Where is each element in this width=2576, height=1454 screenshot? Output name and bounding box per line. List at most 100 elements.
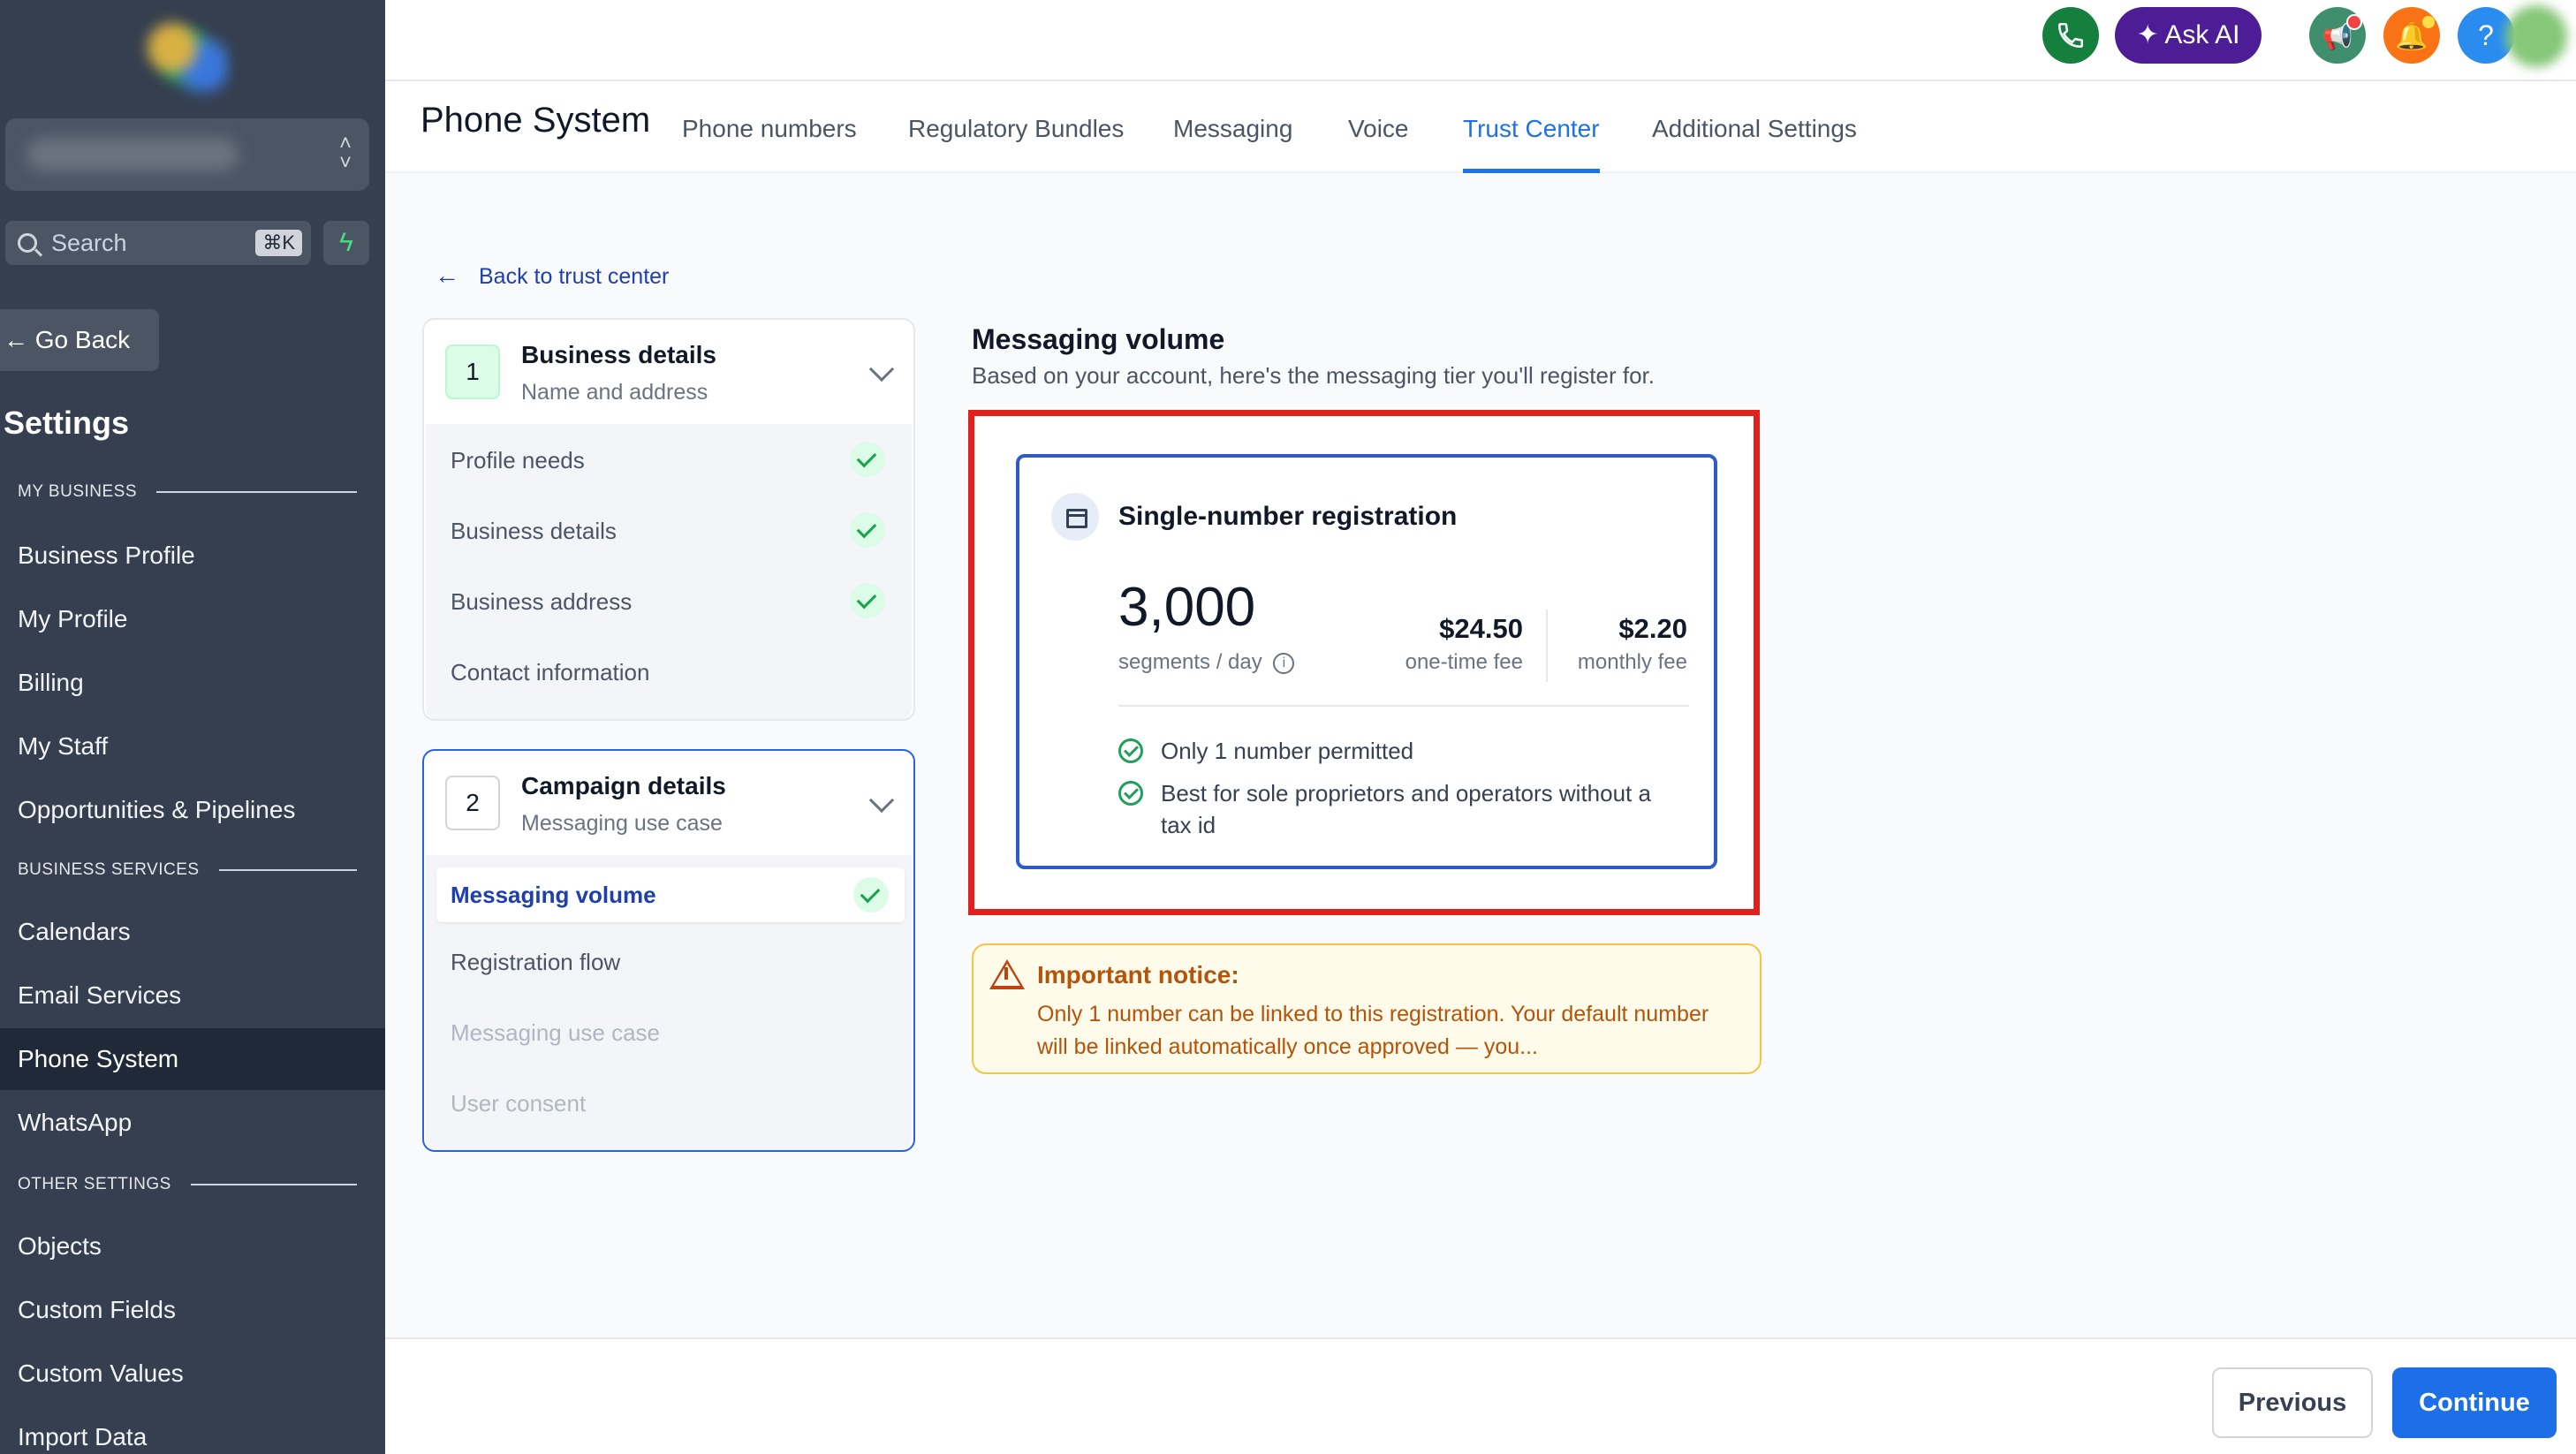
divider (1118, 705, 1689, 707)
one-time-fee-label: one-time fee (1405, 650, 1523, 674)
storefront-icon (1051, 493, 1099, 541)
substep-list: Profile needs Business details Business … (426, 424, 912, 719)
avatar[interactable] (2505, 5, 2567, 67)
section-label-my-business: MY BUSINESS (18, 482, 357, 502)
segments-label: segments / day i (1118, 650, 1295, 675)
step-card-business-details: 1 Business details Name and address Prof… (422, 318, 915, 721)
account-name-blurred (27, 138, 239, 171)
notifications-button[interactable]: 🔔 (2383, 7, 2440, 64)
substep-business-address[interactable]: Business address (451, 583, 901, 618)
check-circle-icon (1118, 738, 1143, 763)
ask-ai-label: Ask AI (2164, 20, 2240, 49)
feature-item: Only 1 number permitted (1118, 735, 1684, 767)
step-number-badge: 2 (445, 776, 500, 830)
substep-user-consent: User consent (451, 1090, 587, 1117)
back-to-trust-center-link[interactable]: ← Back to trust center (435, 261, 669, 290)
info-icon[interactable]: i (1273, 652, 1295, 674)
substep-business-details[interactable]: Business details (451, 512, 901, 548)
section-label-text: OTHER SETTINGS (18, 1175, 171, 1193)
sidebar-item-custom-fields[interactable]: Custom Fields (0, 1279, 385, 1341)
page-header: Phone System Phone numbers Regulatory Bu… (385, 83, 2576, 173)
sidebar-item-email-services[interactable]: Email Services (0, 965, 385, 1026)
check-circle-icon (850, 512, 885, 548)
sidebar-item-billing[interactable]: Billing (0, 652, 385, 714)
check-circle-icon (853, 877, 889, 913)
substep-profile-needs[interactable]: Profile needs (451, 442, 901, 477)
section-divider (190, 1184, 357, 1185)
segments-label-text: segments / day (1118, 650, 1262, 674)
search-shortcut: ⌘K (255, 230, 302, 256)
one-time-fee: $24.50 one-time fee (1405, 613, 1523, 675)
sidebar-item-opportunities[interactable]: Opportunities & Pipelines (0, 779, 385, 841)
step-title: Business details (521, 341, 716, 368)
continue-button[interactable]: Continue (2392, 1367, 2557, 1438)
sidebar-item-objects[interactable]: Objects (0, 1215, 385, 1277)
search-input[interactable]: Search ⌘K (5, 221, 311, 265)
substep-messaging-use-case: Messaging use case (451, 1019, 661, 1046)
back-link-label: Back to trust center (479, 264, 670, 289)
check-circle-icon (1118, 781, 1143, 806)
notice-body: Only 1 number can be linked to this regi… (1037, 1002, 1709, 1059)
sidebar-item-my-staff[interactable]: My Staff (0, 716, 385, 777)
help-icon: ? (2478, 19, 2494, 51)
substep-list: Messaging volume Registration flow Messa… (426, 855, 912, 1150)
go-back-button[interactable]: ← Go Back (0, 309, 159, 371)
feature-item: Best for sole proprietors and operators … (1118, 777, 1684, 841)
announcements-button[interactable]: 📢 (2309, 7, 2366, 64)
step-number-badge: 1 (445, 345, 500, 399)
quick-action-button[interactable]: ϟ (323, 221, 369, 265)
chevron-down-icon[interactable] (868, 356, 895, 382)
section-divider (218, 869, 357, 871)
tab-messaging[interactable]: Messaging (1173, 115, 1292, 173)
notification-dot (2346, 14, 2362, 30)
substep-label: Contact information (451, 659, 650, 685)
app-logo[interactable] (141, 12, 230, 101)
tab-trust-center[interactable]: Trust Center (1463, 115, 1600, 173)
step-card-campaign-details: 2 Campaign details Messaging use case Me… (422, 749, 915, 1152)
ask-ai-button[interactable]: ✦ Ask AI (2115, 7, 2262, 64)
check-circle-icon (850, 583, 885, 618)
sidebar-item-phone-system[interactable]: Phone System (0, 1028, 385, 1090)
chevron-up-down-icon: ˄ ˅ (338, 132, 352, 175)
segments-value: 3,000 (1118, 577, 1256, 638)
sidebar-item-whatsapp[interactable]: WhatsApp (0, 1092, 385, 1154)
sidebar-item-my-profile[interactable]: My Profile (0, 588, 385, 650)
tab-additional-settings[interactable]: Additional Settings (1652, 115, 1857, 173)
search-icon (18, 233, 37, 253)
substep-registration-flow[interactable]: Registration flow (451, 949, 901, 976)
section-label-other-settings: OTHER SETTINGS (18, 1175, 357, 1194)
step-subtitle: Messaging use case (521, 811, 723, 836)
substep-contact-information[interactable]: Contact information (451, 659, 901, 686)
sidebar: ˄ ˅ Search ⌘K ϟ ← Go Back Settings MY BUS… (0, 0, 385, 1454)
chevron-down-icon[interactable] (868, 787, 895, 814)
feature-text: Only 1 number permitted (1161, 738, 1414, 764)
arrow-left-icon: ← (435, 261, 459, 289)
tab-phone-numbers[interactable]: Phone numbers (682, 115, 857, 173)
messaging-volume-subtitle: Based on your account, here's the messag… (972, 362, 1655, 389)
tab-voice[interactable]: Voice (1348, 115, 1409, 173)
substep-label: Business address (451, 588, 633, 615)
substep-label: Messaging volume (451, 882, 656, 908)
sidebar-item-business-profile[interactable]: Business Profile (0, 525, 385, 587)
phone-button[interactable] (2042, 7, 2099, 64)
go-back-label: Go Back (34, 326, 131, 353)
sidebar-item-calendars[interactable]: Calendars (0, 901, 385, 963)
monthly-fee: $2.20 monthly fee (1578, 613, 1687, 675)
sparkle-icon: ✦ (2136, 20, 2159, 49)
check-circle-icon (850, 442, 885, 477)
notice-title: Important notice: (1037, 961, 1239, 988)
account-switcher[interactable]: ˄ ˅ (5, 118, 369, 191)
page-title: Phone System (420, 101, 651, 140)
sidebar-item-custom-values[interactable]: Custom Values (0, 1343, 385, 1405)
previous-button[interactable]: Previous (2212, 1367, 2373, 1438)
tier-card[interactable]: Single-number registration 3,000 segment… (1016, 454, 1717, 869)
one-time-fee-amount: $24.50 (1439, 613, 1523, 644)
top-bar: ✦ Ask AI 📢 🔔 ? (385, 0, 2576, 81)
tab-regulatory-bundles[interactable]: Regulatory Bundles (908, 115, 1124, 173)
monthly-fee-label: monthly fee (1577, 650, 1687, 674)
sidebar-item-import-data[interactable]: Import Data (0, 1406, 385, 1454)
messaging-volume-title: Messaging volume (972, 323, 1225, 355)
section-label-business-services: BUSINESS SERVICES (18, 860, 357, 880)
substep-messaging-volume[interactable]: Messaging volume (436, 867, 905, 922)
arrow-left-icon: ← (4, 326, 28, 353)
